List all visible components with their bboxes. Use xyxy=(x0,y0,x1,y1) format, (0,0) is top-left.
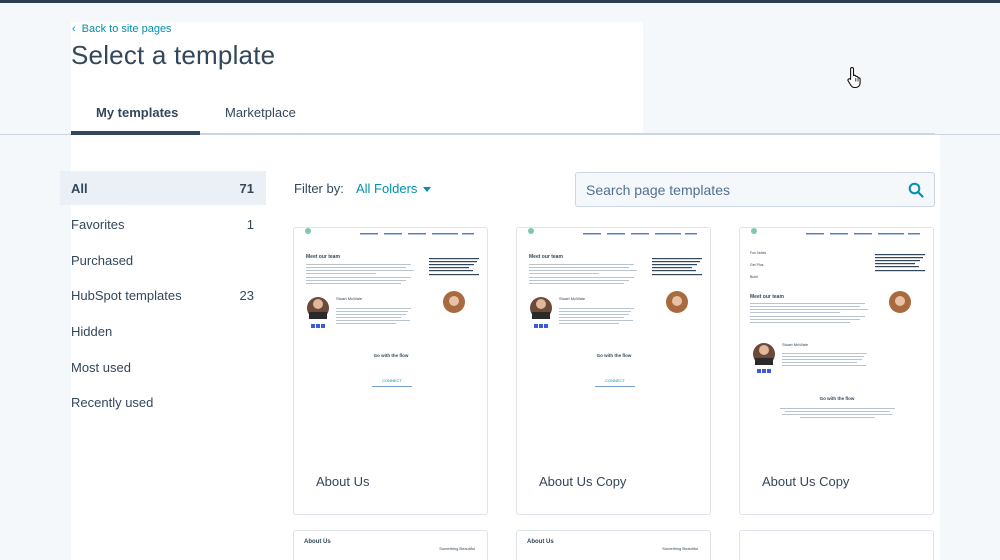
sidebar-item-label: Favorites xyxy=(71,216,125,232)
filter-label: Filter by: xyxy=(294,181,344,196)
tab-my-templates[interactable]: My templates xyxy=(96,105,178,120)
sidebar-item-all[interactable]: All 71 xyxy=(60,171,266,205)
thumb-nav-3: Build xyxy=(750,275,758,279)
sidebar-item-count: 71 xyxy=(239,180,254,196)
template-thumbnail: Fun Notes Get Plus Build Meet our team S… xyxy=(750,228,925,418)
sidebar-item-hidden[interactable]: Hidden xyxy=(60,314,266,348)
sidebar-item-count: 1 xyxy=(246,216,254,232)
search-box xyxy=(575,172,935,207)
thumb-flow: Go with the flow xyxy=(597,353,632,358)
thumb-connect: CONNECT xyxy=(382,378,402,383)
sidebar-item-count: 23 xyxy=(239,287,254,303)
sidebar-item-hubspot-templates[interactable]: HubSpot templates 23 xyxy=(60,278,266,312)
thumb-flow: Go with the flow xyxy=(374,353,409,358)
tab-marketplace[interactable]: Marketplace xyxy=(225,105,296,120)
sidebar-item-purchased[interactable]: Purchased xyxy=(60,243,266,277)
thumb-heading: About Us xyxy=(527,539,554,545)
thumb-nav-2: Get Plus xyxy=(750,263,764,267)
sidebar-item-label: HubSpot templates xyxy=(71,287,182,303)
thumb-nav-1: Fun Notes xyxy=(750,251,766,255)
thumb-person: Stuart McWale xyxy=(336,296,363,301)
sidebar-item-most-used[interactable]: Most used xyxy=(60,350,266,384)
folder-filter-value: All Folders xyxy=(356,181,418,196)
sidebar-item-label: Most used xyxy=(71,359,131,375)
sidebar-item-label: Recently used xyxy=(71,394,154,410)
search-input[interactable] xyxy=(586,181,908,198)
thumb-flow: Go with the flow xyxy=(820,396,855,401)
chevron-left-icon: ‹ xyxy=(72,23,76,35)
template-card[interactable]: Fun Notes Get Plus Build Meet our team S… xyxy=(739,227,934,515)
thumb-subheading: Something Beautiful xyxy=(439,546,475,551)
thumb-connect: CONNECT xyxy=(605,378,625,383)
template-card[interactable]: Meet our team Stuart McWale Go with the … xyxy=(293,227,488,515)
search-icon[interactable] xyxy=(908,182,924,198)
template-name: About Us xyxy=(316,474,370,489)
folder-filter-dropdown[interactable]: All Folders xyxy=(356,181,432,196)
caret-down-icon xyxy=(423,187,432,193)
template-name: About Us Copy xyxy=(539,474,627,489)
tab-divider-right xyxy=(200,133,935,134)
template-card[interactable] xyxy=(739,530,934,560)
template-thumbnail: Meet our team Stuart McWale Go with the … xyxy=(305,228,479,387)
sidebar-item-label: Hidden xyxy=(71,323,113,339)
thumb-person: Stuart McWale xyxy=(782,342,809,347)
back-to-site-pages-link[interactable]: ‹ Back to site pages xyxy=(72,23,172,35)
thumb-subheading: Something Beautiful xyxy=(662,546,698,551)
thumb-heading: Meet our team xyxy=(306,254,340,260)
hand-pointer-icon xyxy=(847,66,861,88)
thumb-heading: Meet our team xyxy=(750,294,784,300)
template-card[interactable]: Meet our team Stuart McWale Go with the … xyxy=(516,227,711,515)
template-thumbnail: Meet our team Stuart McWale Go with the … xyxy=(528,228,702,387)
sidebar-item-recently-used[interactable]: Recently used xyxy=(60,385,266,419)
thumb-heading: Meet our team xyxy=(529,254,563,260)
page-title: Select a template xyxy=(71,40,276,70)
template-name: About Us Copy xyxy=(762,474,850,489)
sidebar-item-label: All xyxy=(71,180,88,196)
template-card[interactable]: About Us Something Beautiful xyxy=(516,530,711,560)
template-card[interactable]: About Us Something Beautiful xyxy=(293,530,488,560)
sidebar-item-label: Purchased xyxy=(71,252,134,268)
thumb-heading: About Us xyxy=(304,539,331,545)
back-link-label: Back to site pages xyxy=(81,23,172,35)
thumb-person: Stuart McWale xyxy=(559,296,586,301)
sidebar-item-favorites[interactable]: Favorites 1 xyxy=(60,207,266,241)
